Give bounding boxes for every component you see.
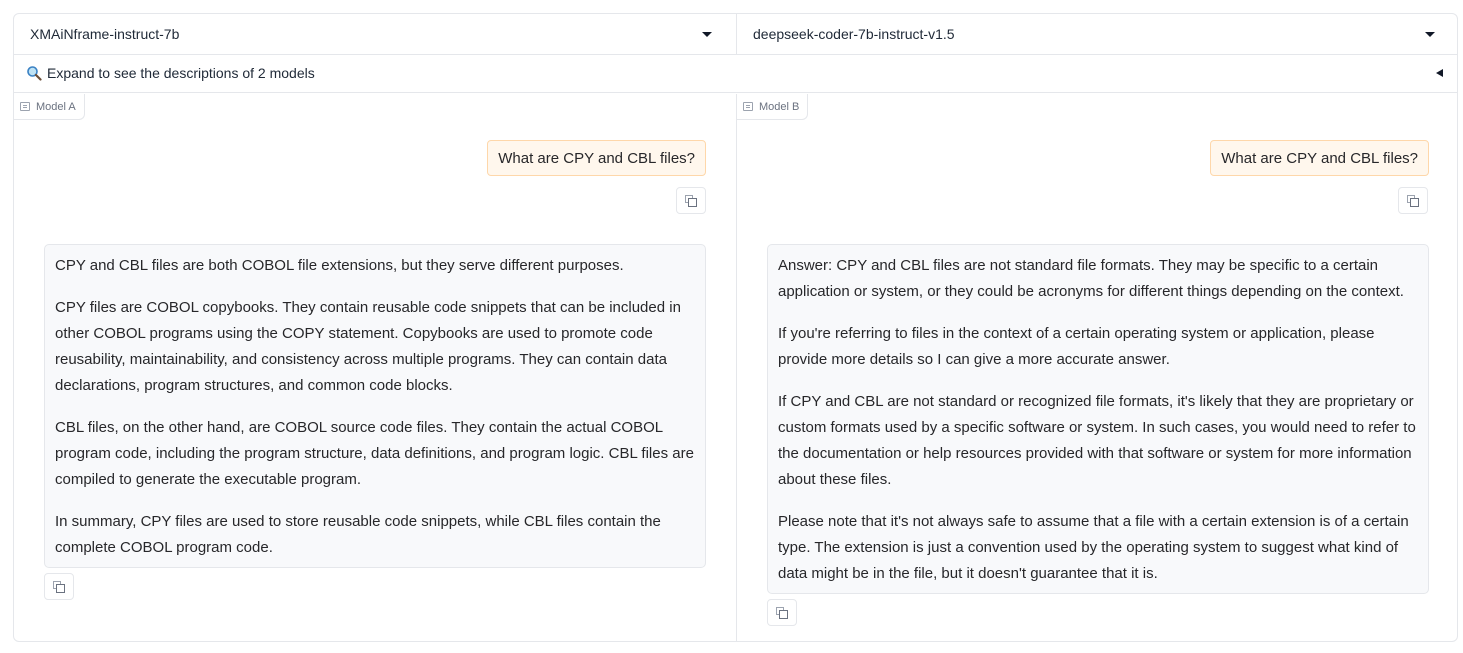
model-selectors: XMAiNframe-instruct-7b deepseek-coder-7b… xyxy=(14,14,1457,55)
chat-icon xyxy=(20,102,30,111)
copy-icon xyxy=(1407,194,1419,207)
panel-label: Model B xyxy=(737,94,809,120)
panel-label-text: Model A xyxy=(36,100,76,113)
bot-paragraph: In summary, CPY files are used to store … xyxy=(55,513,661,556)
arena-frame: XMAiNframe-instruct-7b deepseek-coder-7b… xyxy=(13,13,1458,642)
bot-message: CPY and CBL files are both COBOL file ex… xyxy=(44,244,706,568)
model-a-selected: XMAiNframe-instruct-7b xyxy=(30,26,180,42)
chevron-down-icon xyxy=(702,31,712,37)
bot-paragraph: Please note that it's not always safe to… xyxy=(778,513,1409,582)
bot-paragraph: Answer: CPY and CBL files are not standa… xyxy=(778,257,1404,300)
chevron-down-icon xyxy=(1425,31,1435,37)
bot-message: Answer: CPY and CBL files are not standa… xyxy=(767,244,1429,594)
model-a-dropdown[interactable]: XMAiNframe-instruct-7b xyxy=(14,14,737,54)
copy-bot-message-button[interactable] xyxy=(767,599,797,626)
panel-label-text: Model B xyxy=(759,100,800,113)
model-descriptions-accordion[interactable]: Expand to see the descriptions of 2 mode… xyxy=(14,54,1457,93)
bot-paragraph: CPY and CBL files are both COBOL file ex… xyxy=(55,257,624,274)
model-b-selected: deepseek-coder-7b-instruct-v1.5 xyxy=(753,26,955,42)
collapse-arrow-icon xyxy=(1436,69,1443,77)
user-message: What are CPY and CBL files? xyxy=(487,140,706,176)
copy-icon xyxy=(776,606,788,619)
copy-icon xyxy=(53,580,65,593)
accordion-label: Expand to see the descriptions of 2 mode… xyxy=(47,65,315,81)
model-b-dropdown[interactable]: deepseek-coder-7b-instruct-v1.5 xyxy=(737,14,1457,54)
copy-bot-message-button[interactable] xyxy=(44,573,74,600)
model-a-chat-panel: Model A What are CPY and CBL files? CPY … xyxy=(14,94,737,641)
copy-icon xyxy=(685,194,697,207)
bot-paragraph: If you're referring to files in the cont… xyxy=(778,325,1375,368)
accordion-header: Expand to see the descriptions of 2 mode… xyxy=(26,65,1436,81)
panel-label: Model A xyxy=(14,94,85,120)
model-b-chat-panel: Model B What are CPY and CBL files? Answ… xyxy=(737,94,1457,641)
user-message: What are CPY and CBL files? xyxy=(1210,140,1429,176)
copy-user-message-button[interactable] xyxy=(676,187,706,214)
bot-paragraph: CBL files, on the other hand, are COBOL … xyxy=(55,419,694,488)
chat-icon xyxy=(743,102,753,111)
bot-paragraph: CPY files are COBOL copybooks. They cont… xyxy=(55,299,681,394)
copy-user-message-button[interactable] xyxy=(1398,187,1428,214)
bot-paragraph: If CPY and CBL are not standard or recog… xyxy=(778,393,1416,488)
magnifier-icon xyxy=(27,66,42,81)
